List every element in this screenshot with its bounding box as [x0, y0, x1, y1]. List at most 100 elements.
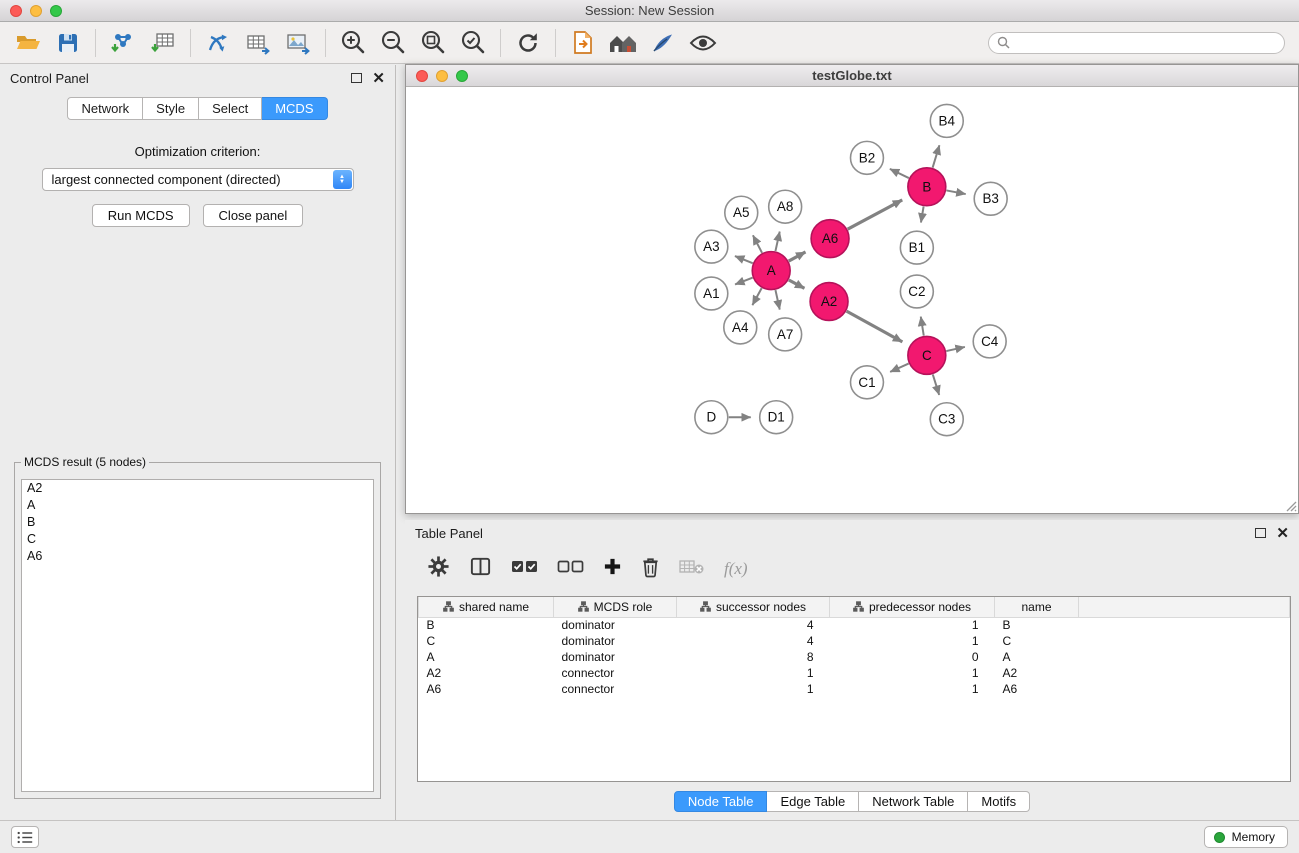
table-cell[interactable]: 0 — [830, 649, 995, 665]
graph-node[interactable]: D — [695, 401, 728, 434]
graph-node[interactable]: C3 — [930, 403, 963, 436]
show-column-button[interactable] — [469, 555, 492, 583]
graph-node[interactable]: C — [908, 336, 946, 374]
column-header-name[interactable]: name — [995, 597, 1079, 617]
float-panel-icon[interactable] — [351, 73, 362, 83]
graph-edge[interactable] — [921, 317, 924, 336]
run-mcds-button[interactable]: Run MCDS — [92, 204, 190, 227]
table-cell[interactable]: C — [419, 633, 554, 649]
graph-node[interactable]: C2 — [900, 275, 933, 308]
open-session-button[interactable] — [8, 25, 48, 61]
column-header-predecessor-nodes[interactable]: predecessor nodes — [830, 597, 995, 617]
tab-motifs[interactable]: Motifs — [968, 791, 1030, 812]
annotation-pen-button[interactable] — [643, 25, 683, 61]
tab-network-table[interactable]: Network Table — [859, 791, 968, 812]
table-row[interactable]: A2connector11A2 — [419, 665, 1290, 681]
list-item[interactable]: B — [22, 514, 373, 531]
home-button[interactable] — [603, 25, 643, 61]
graph-edge[interactable] — [789, 280, 805, 288]
select-all-button[interactable] — [511, 559, 538, 579]
function-builder-button[interactable]: f(x) — [724, 559, 748, 579]
tab-mcds[interactable]: MCDS — [262, 97, 327, 120]
table-cell[interactable]: dominator — [554, 633, 677, 649]
graph-edge[interactable] — [933, 374, 939, 395]
task-history-button[interactable] — [11, 826, 39, 848]
close-panel-icon[interactable]: ✕ — [372, 71, 385, 86]
graph-node[interactable]: A6 — [811, 220, 849, 258]
graph-edge[interactable] — [848, 200, 903, 229]
list-item[interactable]: A2 — [22, 480, 373, 497]
table-cell[interactable]: A6 — [995, 681, 1079, 697]
graph-edge[interactable] — [933, 145, 940, 167]
graph-node[interactable]: C4 — [973, 325, 1006, 358]
memory-button[interactable]: Memory — [1204, 826, 1288, 848]
table-cell[interactable]: 8 — [677, 649, 830, 665]
graph-edge[interactable] — [753, 235, 762, 253]
column-header-shared-name[interactable]: shared name — [419, 597, 554, 617]
tab-network[interactable]: Network — [67, 97, 143, 120]
table-cell[interactable]: A — [419, 649, 554, 665]
table-cell[interactable]: connector — [554, 665, 677, 681]
graph-node[interactable]: B2 — [851, 141, 884, 174]
save-session-button[interactable] — [48, 25, 88, 61]
table-cell[interactable]: C — [995, 633, 1079, 649]
table-cell[interactable]: A2 — [419, 665, 554, 681]
export-network-button[interactable] — [198, 25, 238, 61]
list-item[interactable]: A6 — [22, 548, 373, 565]
table-cell[interactable]: 1 — [830, 617, 995, 633]
mcds-result-list[interactable]: A2ABCA6 — [21, 479, 374, 792]
deselect-all-button[interactable] — [557, 559, 584, 579]
table-cell[interactable]: 1 — [677, 681, 830, 697]
graph-node[interactable]: B — [908, 168, 946, 206]
graph-node[interactable]: A5 — [725, 196, 758, 229]
graph-edge[interactable] — [847, 311, 903, 342]
zoom-in-button[interactable] — [333, 25, 373, 61]
delete-table-button[interactable] — [679, 558, 705, 581]
close-table-panel-icon[interactable]: ✕ — [1276, 526, 1289, 541]
close-network-window-button[interactable] — [416, 70, 428, 82]
export-document-button[interactable] — [563, 25, 603, 61]
graph-edge[interactable] — [752, 288, 761, 305]
table-cell[interactable]: A6 — [419, 681, 554, 697]
graph-node[interactable]: A4 — [724, 311, 757, 344]
graph-node[interactable]: A7 — [769, 318, 802, 351]
table-cell[interactable]: A2 — [995, 665, 1079, 681]
graph-edge[interactable] — [789, 252, 806, 261]
graph-node[interactable]: A1 — [695, 277, 728, 310]
network-canvas[interactable]: AA1A2A3A4A5A6A7A8BB1B2B3B4CC1C2C3C4DD1 — [406, 88, 1298, 513]
table-cell[interactable]: A — [995, 649, 1079, 665]
search-input[interactable] — [1015, 36, 1276, 50]
minimize-network-window-button[interactable] — [436, 70, 448, 82]
export-image-button[interactable] — [278, 25, 318, 61]
graph-edge[interactable] — [735, 278, 752, 285]
table-cell[interactable]: connector — [554, 681, 677, 697]
table-row[interactable]: A6connector11A6 — [419, 681, 1290, 697]
graph-node[interactable]: A8 — [769, 190, 802, 223]
graph-node[interactable]: B1 — [900, 231, 933, 264]
table-cell[interactable]: 4 — [677, 633, 830, 649]
zoom-fit-button[interactable] — [413, 25, 453, 61]
apply-layout-button[interactable] — [508, 25, 548, 61]
graph-node[interactable]: A — [752, 252, 790, 290]
table-row[interactable]: Adominator80A — [419, 649, 1290, 665]
graph-edge[interactable] — [775, 290, 779, 310]
graph-edge[interactable] — [946, 190, 965, 194]
tab-select[interactable]: Select — [199, 97, 262, 120]
table-settings-button[interactable] — [427, 555, 450, 583]
table-cell[interactable]: 1 — [677, 665, 830, 681]
table-cell[interactable]: B — [995, 617, 1079, 633]
column-header-mcds-role[interactable]: MCDS role — [554, 597, 677, 617]
delete-column-button[interactable] — [641, 556, 660, 583]
table-cell[interactable]: dominator — [554, 649, 677, 665]
graph-node[interactable]: A3 — [695, 230, 728, 263]
graph-edge[interactable] — [735, 256, 753, 263]
table-cell[interactable]: B — [419, 617, 554, 633]
export-table-button[interactable] — [238, 25, 278, 61]
network-graph-svg[interactable]: AA1A2A3A4A5A6A7A8BB1B2B3B4CC1C2C3C4DD1 — [406, 88, 1298, 513]
graph-node[interactable]: A2 — [810, 283, 848, 321]
resize-grip-icon[interactable] — [1283, 498, 1297, 512]
zoom-selected-button[interactable] — [453, 25, 493, 61]
table-cell[interactable]: dominator — [554, 617, 677, 633]
table-cell[interactable]: 1 — [830, 681, 995, 697]
minimize-window-button[interactable] — [30, 5, 42, 17]
